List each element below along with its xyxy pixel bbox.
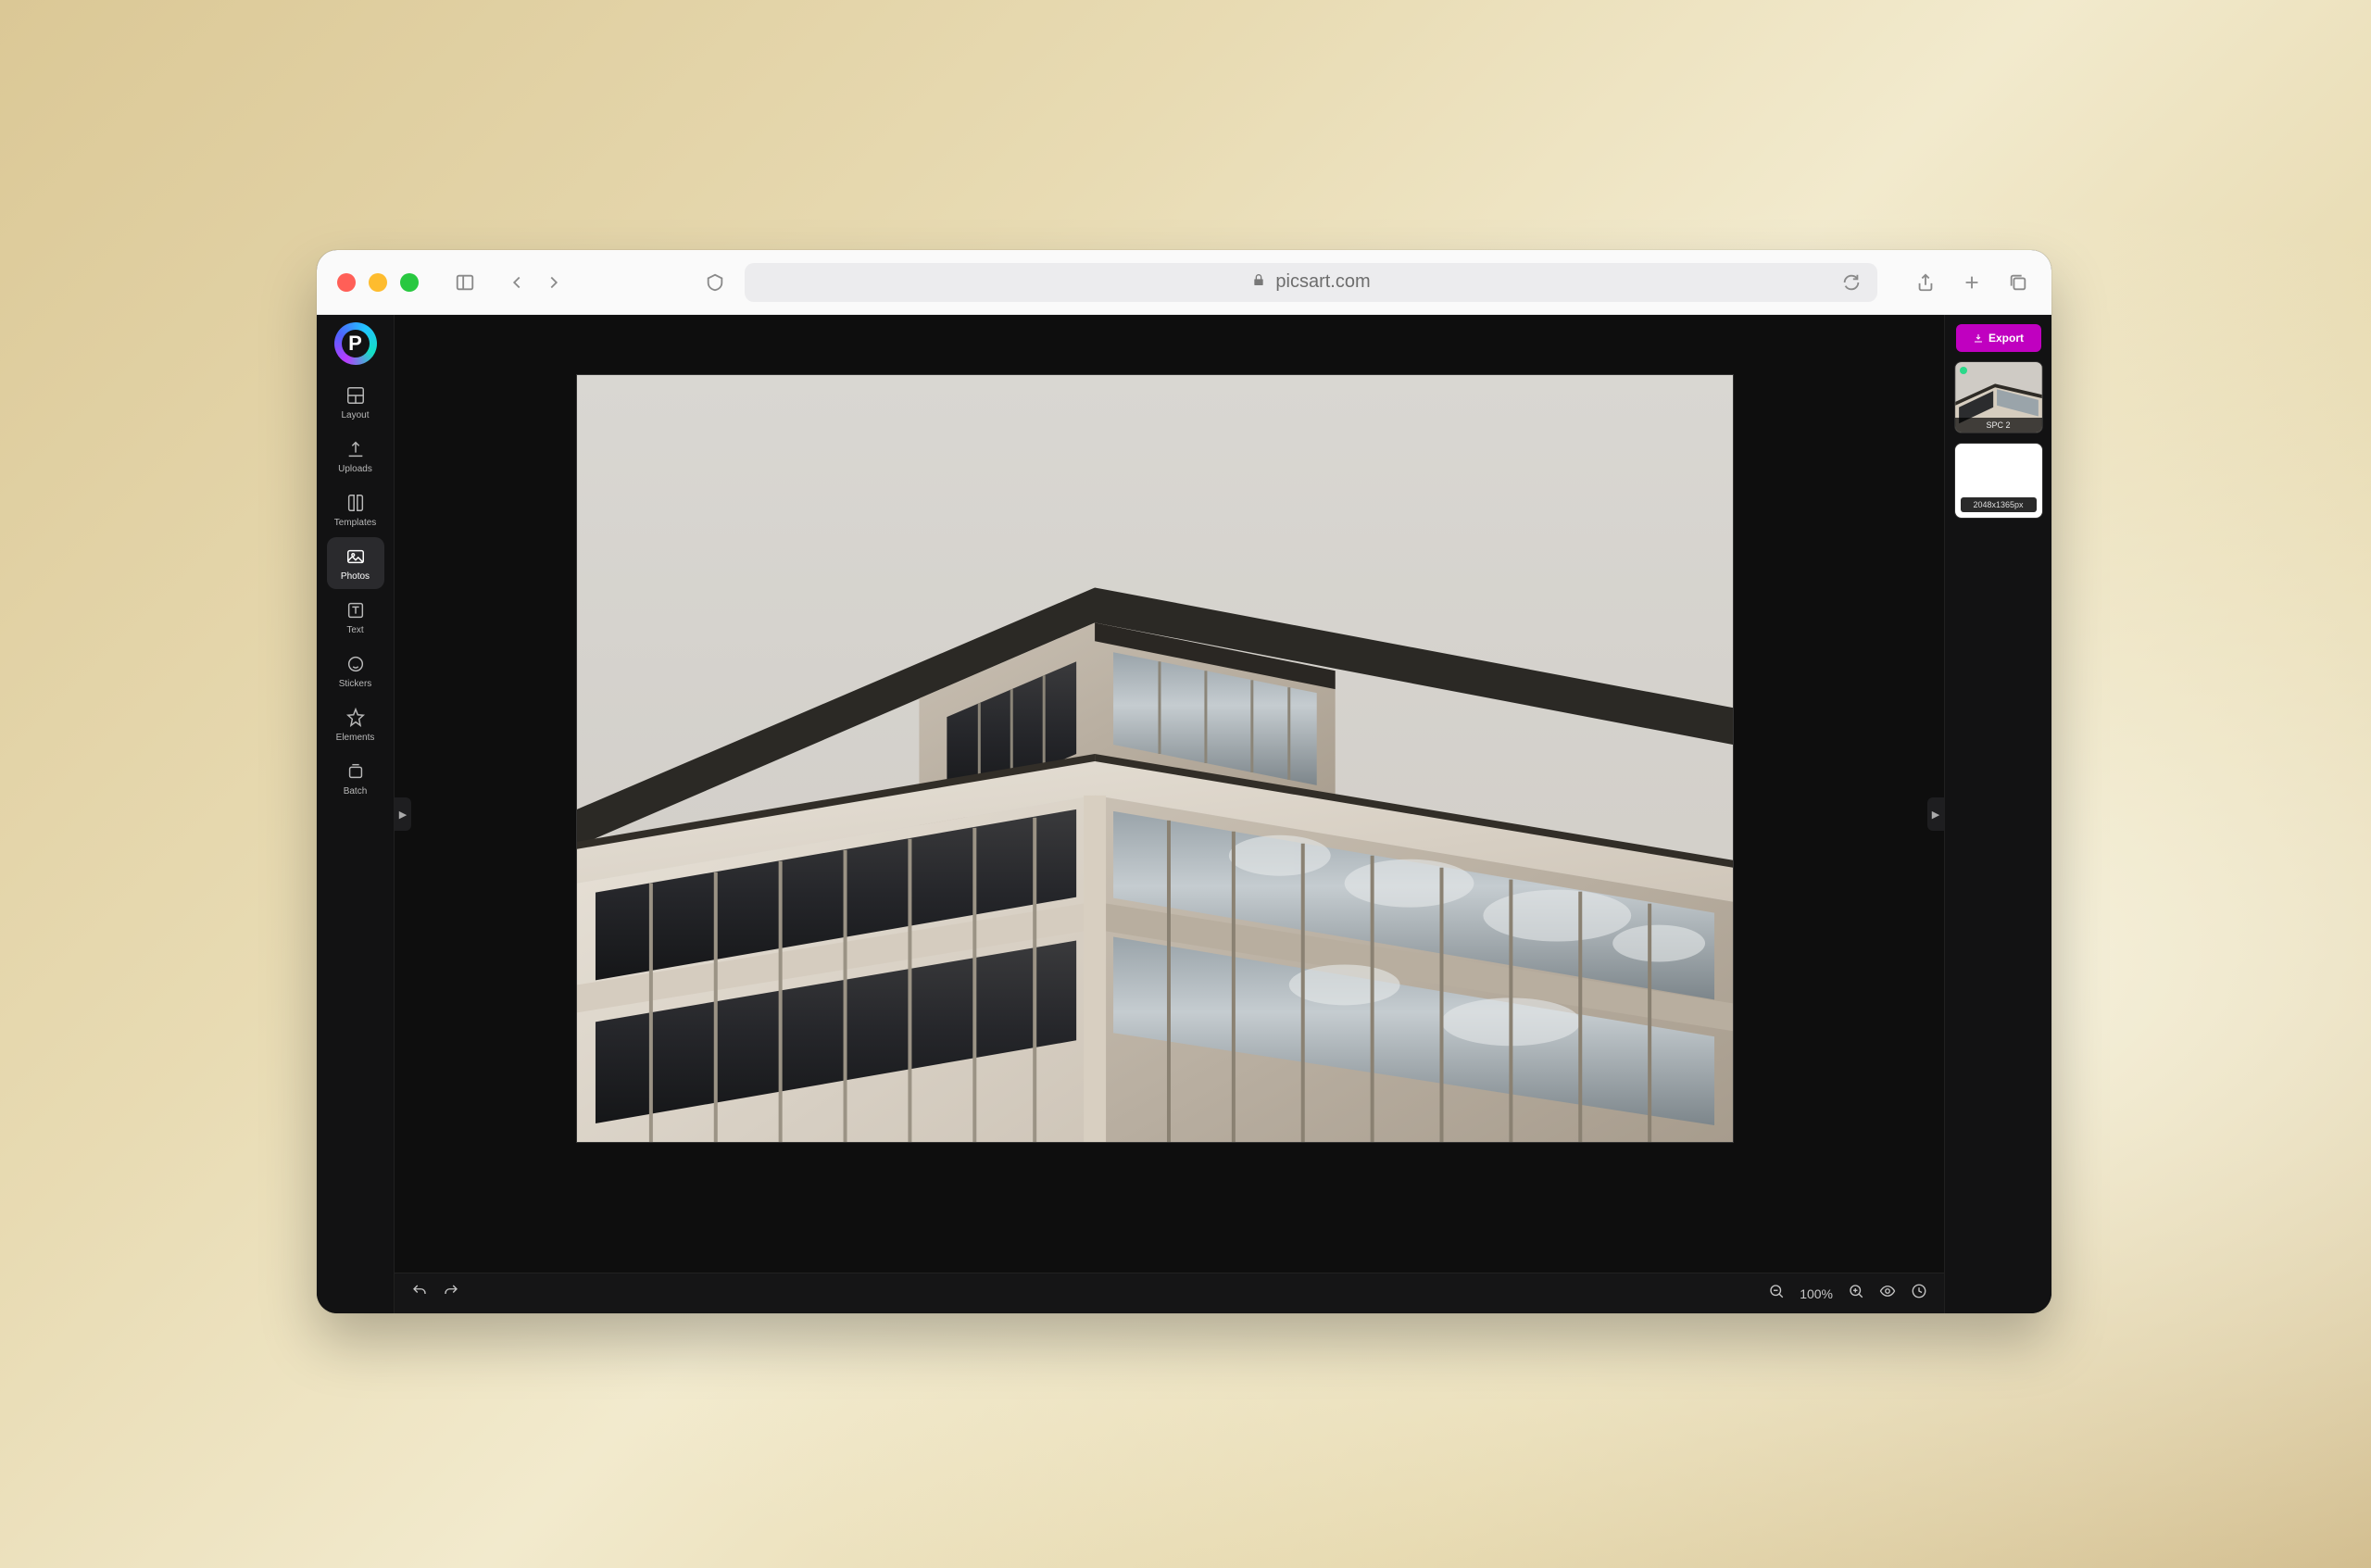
sidebar-label: Batch — [344, 786, 368, 797]
expand-left-panel-button[interactable]: ▶ — [395, 797, 411, 831]
minimize-window-button[interactable] — [369, 273, 387, 292]
tabs-overview-button[interactable] — [2005, 270, 2031, 295]
reload-button[interactable] — [1838, 270, 1864, 295]
zoom-level[interactable]: 100% — [1800, 1286, 1833, 1301]
share-button[interactable] — [1913, 270, 1938, 295]
back-button[interactable] — [504, 270, 530, 295]
window-controls — [337, 273, 419, 292]
forward-button[interactable] — [541, 270, 567, 295]
browser-toolbar: picsart.com — [317, 250, 2051, 315]
sidebar-item-elements[interactable]: Elements — [327, 698, 384, 750]
canvas[interactable] — [576, 374, 1734, 1143]
left-sidebar: P Layout Uploads Templates Photos — [317, 315, 395, 1313]
page-thumbnail-label: SPC 2 — [1955, 418, 2042, 433]
address-bar[interactable]: picsart.com — [745, 263, 1877, 302]
sidebar-item-photos[interactable]: Photos — [327, 537, 384, 589]
fullscreen-window-button[interactable] — [400, 273, 419, 292]
sidebar-item-templates[interactable]: Templates — [327, 483, 384, 535]
close-window-button[interactable] — [337, 273, 356, 292]
active-page-indicator — [1960, 367, 1967, 374]
canvas-image — [577, 375, 1733, 1142]
export-label: Export — [1988, 332, 2024, 345]
sidebar-item-stickers[interactable]: Stickers — [327, 645, 384, 696]
sidebar-item-batch[interactable]: Batch — [327, 752, 384, 804]
url-text: picsart.com — [1275, 271, 1370, 293]
sidebar-label: Text — [346, 625, 363, 635]
sidebar-label: Templates — [334, 518, 377, 528]
page-thumbnail-1[interactable]: SPC 2 — [1954, 361, 2043, 433]
zoom-out-button[interactable] — [1768, 1283, 1785, 1304]
page-dimensions-badge: 2048x1365px — [1961, 497, 2037, 512]
new-tab-button[interactable] — [1959, 270, 1985, 295]
sidebar-item-uploads[interactable]: Uploads — [327, 430, 384, 482]
bottom-bar: 100% — [395, 1273, 1944, 1313]
picsart-editor: P Layout Uploads Templates Photos — [317, 315, 2051, 1313]
privacy-report-button[interactable] — [702, 270, 728, 295]
picsart-logo[interactable]: P — [334, 322, 377, 365]
export-button[interactable]: Export — [1956, 324, 2041, 352]
history-button[interactable] — [1911, 1283, 1927, 1304]
page-thumbnail-2[interactable]: 2048x1365px — [1954, 443, 2043, 519]
sidebar-toggle-button[interactable] — [452, 270, 478, 295]
desktop-background: picsart.com P — [0, 0, 2371, 1568]
browser-window: picsart.com P — [317, 250, 2051, 1313]
sidebar-item-layout[interactable]: Layout — [327, 376, 384, 428]
sidebar-label: Photos — [341, 571, 370, 582]
lock-icon — [1251, 271, 1266, 293]
sidebar-label: Elements — [336, 733, 375, 743]
sidebar-label: Uploads — [338, 464, 372, 474]
download-icon — [1973, 332, 1984, 344]
sidebar-label: Stickers — [339, 679, 372, 689]
undo-button[interactable] — [411, 1283, 428, 1304]
zoom-in-button[interactable] — [1848, 1283, 1864, 1304]
expand-right-panel-button[interactable]: ▶ — [1927, 797, 1944, 831]
preview-button[interactable] — [1879, 1283, 1896, 1304]
sidebar-label: Layout — [341, 410, 369, 420]
redo-button[interactable] — [443, 1283, 459, 1304]
right-panel: Export SPC 2 2048x1365px — [1944, 315, 2051, 1313]
sidebar-item-text[interactable]: Text — [327, 591, 384, 643]
